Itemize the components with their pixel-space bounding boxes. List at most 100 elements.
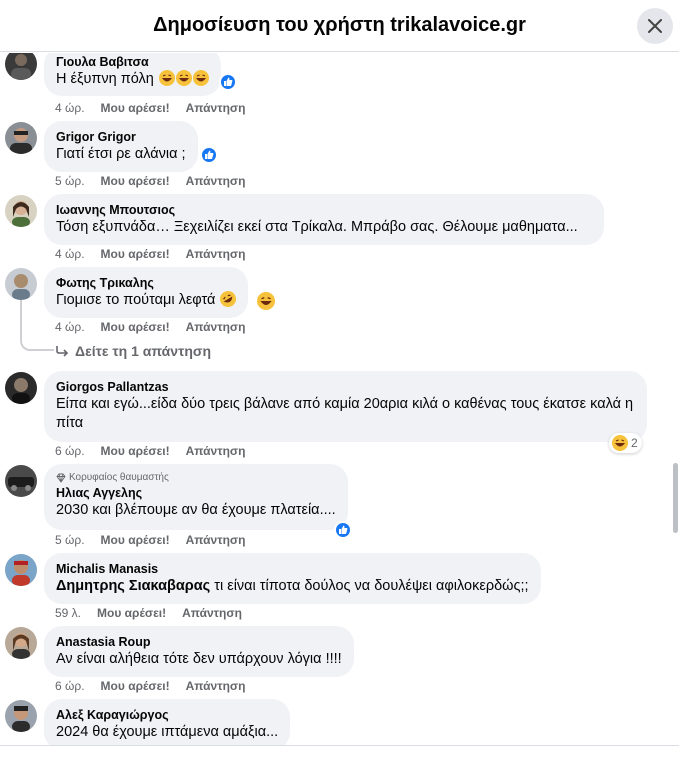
reply-button[interactable]: Απάντηση	[186, 174, 246, 188]
reply-button[interactable]: Απάντηση	[186, 679, 246, 693]
like-button[interactable]: Μου αρέσει!	[101, 101, 170, 115]
comment-text-content: 2024 θα έχουμε ιπτάμενα αμάξια...	[56, 724, 279, 740]
like-reaction-icon[interactable]	[334, 521, 352, 539]
comments-list[interactable]: Γιουλα Βαβιτσα Η έξυπνη πόλη 4 ώρ. Μου α…	[0, 53, 679, 745]
comment-text-content: 2030 και βλέπουμε αν θα έχουμε πλατεία..…	[56, 502, 336, 518]
comment-actions: 4 ώρ. Μου αρέσει! Απάντηση	[55, 101, 245, 115]
comment-author[interactable]: Grigor Grigor	[56, 129, 186, 145]
like-button[interactable]: Μου αρέσει!	[101, 444, 170, 458]
scrollbar-thumb[interactable]	[673, 463, 678, 533]
comment-actions: 59 λ. Μου αρέσει! Απάντηση	[55, 606, 242, 620]
avatar[interactable]	[5, 554, 37, 586]
comment-timestamp[interactable]: 5 ώρ.	[55, 174, 85, 188]
avatar[interactable]	[5, 122, 37, 154]
reply-button[interactable]: Απάντηση	[186, 101, 246, 115]
comment-actions: 5 ώρ. Μου αρέσει! Απάντηση	[55, 174, 245, 188]
comment-bubble: Grigor Grigor Γιατί έτσι ρε αλάνια ;	[44, 121, 198, 172]
comment-text: Η έξυπνη πόλη	[56, 70, 209, 89]
comment-timestamp[interactable]: 6 ώρ.	[55, 679, 85, 693]
avatar[interactable]	[5, 627, 37, 659]
comment-text-content: Τόση εξυπνάδα… Ξεχειλίζει εκεί στα Τρίκα…	[56, 219, 578, 235]
comment-timestamp[interactable]: 4 ώρ.	[55, 101, 85, 115]
comment-bubble: Ιωαννης Μπουτσιος Τόση εξυπνάδα… Ξεχειλί…	[44, 194, 604, 245]
reply-button[interactable]: Απάντηση	[182, 606, 242, 620]
dialog-header: Δημοσίευση του χρήστη trikalavoice.gr	[0, 0, 679, 52]
reply-button[interactable]: Απάντηση	[186, 533, 246, 547]
comment-bubble: Michalis Manasis Δημητρης Σιακαβαρας τι …	[44, 553, 541, 604]
avatar[interactable]	[5, 372, 37, 404]
laughing-emoji-icon	[158, 70, 175, 86]
comment-actions: 4 ώρ. Μου αρέσει! Απάντηση	[55, 247, 245, 261]
comment-timestamp[interactable]: 5 ώρ.	[55, 533, 85, 547]
comment-timestamp[interactable]: 6 ώρ.	[55, 444, 85, 458]
like-button[interactable]: Μου αρέσει!	[101, 247, 170, 261]
view-replies-link[interactable]: Δείτε τη 1 απάντηση	[55, 343, 211, 359]
comment-author[interactable]: Ηλιας Αγγελης	[56, 485, 336, 501]
comment-author[interactable]: Anastasia Roup	[56, 634, 342, 650]
dialog-title: Δημοσίευση του χρήστη trikalavoice.gr	[153, 14, 526, 36]
like-button[interactable]: Μου αρέσει!	[101, 174, 170, 188]
comment-actions: 5 ώρ. Μου αρέσει! Απάντηση	[55, 533, 245, 547]
comment-timestamp[interactable]: 4 ώρ.	[55, 247, 85, 261]
comment-text: 2024 θα έχουμε ιπτάμενα αμάξια...	[56, 723, 278, 742]
like-button[interactable]: Μου αρέσει!	[97, 606, 166, 620]
like-reaction-icon[interactable]	[219, 73, 237, 91]
comment-author[interactable]: Giorgos Pallantzas	[56, 379, 635, 395]
comment-text: Γιομισε το πούταμι λεφτά	[56, 291, 237, 310]
reaction-count: 2	[631, 436, 638, 450]
comment-author[interactable]: Γιουλα Βαβιτσα	[56, 54, 209, 70]
mentioned-user-link[interactable]: Δημητρης Σιακαβαρας	[56, 578, 210, 594]
avatar[interactable]	[5, 53, 37, 80]
comment-text: Τόση εξυπνάδα… Ξεχειλίζει εκεί στα Τρίκα…	[56, 218, 592, 237]
comment-actions: 6 ώρ. Μου αρέσει! Απάντηση	[55, 444, 245, 458]
like-button[interactable]: Μου αρέσει!	[101, 320, 170, 334]
comment-bubble: Anastasia Roup Αν είναι αλήθεια τότε δεν…	[44, 626, 354, 677]
comment-author[interactable]: Αλεξ Καραγιώργος	[56, 707, 278, 723]
view-replies-label: Δείτε τη 1 απάντηση	[75, 343, 212, 359]
rofl-emoji-icon	[220, 291, 237, 307]
comment-author[interactable]: Ιωαννης Μπουτσιος	[56, 202, 592, 218]
comment-bubble: Giorgos Pallantzas Είπα και εγώ...είδα δ…	[44, 371, 647, 442]
comment-timestamp[interactable]: 4 ώρ.	[55, 320, 85, 334]
reaction-summary[interactable]: 2	[609, 433, 642, 453]
reply-button[interactable]: Απάντηση	[186, 320, 246, 334]
comment-text: 2030 και βλέπουμε αν θα έχουμε πλατεία..…	[56, 501, 336, 520]
close-icon	[648, 19, 662, 33]
comment-actions: 4 ώρ. Μου αρέσει! Απάντηση	[55, 320, 245, 334]
comment-bubble: Κορυφαίος θαυμαστής Ηλιας Αγγελης 2030 κ…	[44, 464, 348, 530]
comment-author[interactable]: Michalis Manasis	[56, 561, 529, 577]
reply-arrow-icon	[56, 346, 69, 357]
avatar[interactable]	[5, 268, 37, 300]
comment-text: Δημητρης Σιακαβαρας τι είναι τίποτα δούλ…	[56, 577, 529, 596]
reply-button[interactable]: Απάντηση	[186, 247, 246, 261]
divider	[0, 745, 679, 746]
comment-text: Αν είναι αλήθεια τότε δεν υπάρχουν λόγια…	[56, 650, 342, 669]
comment-text-content: Αν είναι αλήθεια τότε δεν υπάρχουν λόγια…	[56, 651, 342, 667]
top-fan-badge: Κορυφαίος θαυμαστής	[56, 471, 336, 485]
top-fan-label: Κορυφαίος θαυμαστής	[69, 472, 169, 483]
like-button[interactable]: Μου αρέσει!	[101, 679, 170, 693]
comment-author[interactable]: Φωτης Τρικαλης	[56, 275, 236, 291]
comment-bubble: Γιουλα Βαβιτσα Η έξυπνη πόλη	[44, 53, 221, 96]
comment-text: Είπα και εγώ...είδα δύο τρεις βάλανε από…	[56, 395, 635, 433]
comment-text-content: Γιομισε το πούταμι λεφτά	[56, 292, 216, 308]
comment-bubble: Φωτης Τρικαλης Γιομισε το πούταμι λεφτά	[44, 267, 249, 318]
avatar[interactable]	[5, 465, 37, 497]
like-button[interactable]: Μου αρέσει!	[101, 533, 170, 547]
laughing-emoji-icon	[257, 292, 275, 310]
comment-timestamp[interactable]: 59 λ.	[55, 606, 81, 620]
comment-text-content: Η έξυπνη πόλη	[56, 71, 154, 87]
avatar[interactable]	[5, 195, 37, 227]
laughing-emoji-icon	[175, 70, 192, 86]
comment-text-content: Γιατί έτσι ρε αλάνια ;	[56, 146, 186, 162]
laughing-emoji-icon	[192, 70, 209, 86]
diamond-icon	[56, 473, 66, 483]
reply-button[interactable]: Απάντηση	[186, 444, 246, 458]
like-reaction-icon[interactable]	[200, 146, 218, 164]
comment-bubble: Αλεξ Καραγιώργος 2024 θα έχουμε ιπτάμενα…	[44, 699, 291, 745]
close-button[interactable]	[637, 8, 673, 44]
comment-text-content: Είπα και εγώ...είδα δύο τρεις βάλανε από…	[56, 396, 634, 431]
avatar[interactable]	[5, 700, 37, 732]
comment-actions: 6 ώρ. Μου αρέσει! Απάντηση	[55, 679, 245, 693]
comment-text-content: τι είναι τίποτα δούλος να δουλέψει αφιλο…	[210, 578, 529, 594]
